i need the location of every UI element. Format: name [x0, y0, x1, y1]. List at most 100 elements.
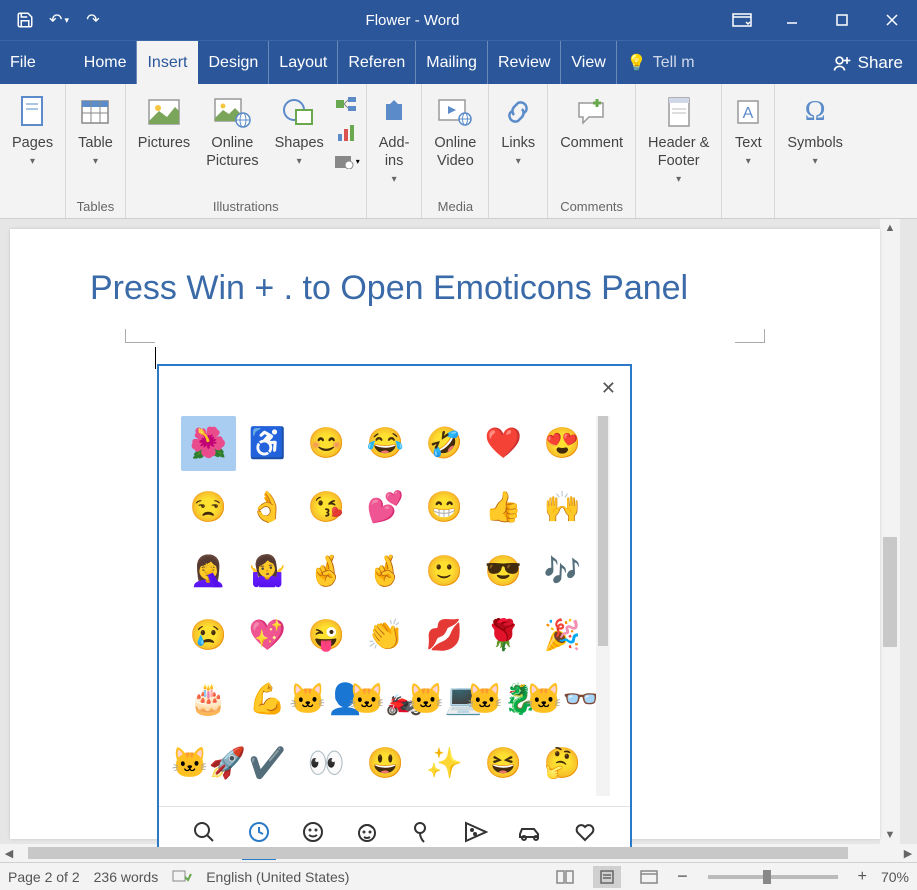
emoji-cell[interactable]: 🐱‍👓	[535, 672, 590, 727]
scroll-thumb[interactable]	[598, 416, 608, 646]
smartart-icon[interactable]	[334, 94, 360, 116]
scroll-down-icon[interactable]: ▼	[885, 826, 896, 844]
emoji-cell[interactable]: 🐱‍👤	[299, 672, 354, 727]
save-icon[interactable]	[10, 5, 40, 35]
emoji-cell[interactable]: 😁	[417, 480, 472, 535]
close-icon[interactable]	[867, 0, 917, 40]
emoji-cell[interactable]: 😂	[358, 416, 413, 471]
emoji-cell[interactable]: 🐱‍🏍	[358, 672, 413, 727]
document-page[interactable]: Press Win + . to Open Emoticons Panel ✕ …	[10, 229, 880, 839]
emoji-cell[interactable]: 😢	[181, 608, 236, 663]
redo-icon[interactable]: ↷	[78, 5, 108, 35]
pages-label: Pages	[12, 134, 53, 152]
emoji-cell[interactable]: 🤞	[299, 544, 354, 599]
emoji-cell[interactable]: 💖	[240, 608, 295, 663]
undo-icon[interactable]: ↶ ▾	[44, 5, 74, 35]
emoji-cell[interactable]: 👍	[476, 480, 531, 535]
emoji-cell[interactable]: 🎂	[181, 672, 236, 727]
emoji-cell[interactable]: ✔️	[240, 736, 295, 791]
emoji-cell[interactable]: 😃	[358, 736, 413, 791]
chart-icon[interactable]	[334, 122, 360, 144]
emoji-cell[interactable]: 🐱‍🐉	[476, 672, 531, 727]
tab-layout[interactable]: Layout	[269, 41, 338, 84]
emoji-cell[interactable]: 😒	[181, 480, 236, 535]
tables-group-label: Tables	[72, 199, 119, 218]
chevron-down-icon: ▾	[746, 156, 751, 167]
text-group-label	[728, 214, 768, 218]
comment-button[interactable]: Comment	[554, 88, 629, 196]
ribbon-options-icon[interactable]	[717, 0, 767, 40]
horizontal-scrollbar[interactable]: ◀ ▶	[0, 844, 917, 862]
header-footer-button[interactable]: Header & Footer ▾	[642, 88, 715, 196]
emoji-scrollbar[interactable]	[596, 416, 610, 796]
close-icon[interactable]: ✕	[597, 374, 620, 403]
emoji-cell[interactable]: 🤷‍♀️	[240, 544, 295, 599]
emoji-cell[interactable]: 👌	[240, 480, 295, 535]
pages-button[interactable]: Pages ▾	[6, 88, 59, 196]
emoji-cell[interactable]: 👀	[299, 736, 354, 791]
document-heading: Press Win + . to Open Emoticons Panel	[10, 229, 880, 308]
emoji-cell[interactable]: 😆	[476, 736, 531, 791]
chevron-down-icon: ▾	[676, 174, 681, 185]
emoji-cell[interactable]: 😘	[299, 480, 354, 535]
emoji-cell[interactable]: 😎	[476, 544, 531, 599]
shapes-button[interactable]: Shapes ▾	[269, 88, 330, 196]
emoji-cell[interactable]: 🌺	[181, 416, 236, 471]
tab-file[interactable]: File	[0, 41, 54, 84]
emoji-cell[interactable]: 💕	[358, 480, 413, 535]
emoji-cell[interactable]: 🌹	[476, 608, 531, 663]
emoji-cell[interactable]: 🎉	[535, 608, 590, 663]
text-button[interactable]: A Text ▾	[728, 88, 768, 196]
scroll-thumb[interactable]	[883, 537, 897, 647]
lightbulb-icon: 💡	[627, 53, 647, 73]
headerfooter-group-label	[642, 214, 715, 218]
emoji-cell[interactable]: 🤦‍♀️	[181, 544, 236, 599]
links-button[interactable]: Links ▾	[495, 88, 541, 196]
emoji-cell[interactable]: 🙌	[535, 480, 590, 535]
tab-view[interactable]: View	[561, 41, 616, 84]
emoji-cell[interactable]: 💪	[240, 672, 295, 727]
tab-home[interactable]: Home	[74, 41, 138, 84]
tell-me[interactable]: 💡 Tell m	[617, 41, 705, 84]
tab-design[interactable]: Design	[198, 41, 269, 84]
emoji-cell[interactable]: 😍	[535, 416, 590, 471]
scroll-right-icon[interactable]: ▶	[899, 847, 917, 860]
table-icon	[79, 92, 111, 132]
emoji-cell[interactable]: ❤️	[476, 416, 531, 471]
pictures-button[interactable]: Pictures	[132, 88, 196, 196]
emoji-cell[interactable]: 🤣	[417, 416, 472, 471]
pages-group-label	[6, 214, 59, 218]
emoji-cell[interactable]: 😜	[299, 608, 354, 663]
scroll-thumb[interactable]	[28, 847, 848, 859]
emoji-grid: 🌺♿😊😂🤣❤️😍😒👌😘💕😁👍🙌🤦‍♀️🤷‍♀️🤞🤞🙂😎🎶😢💖😜👏💋🌹🎉🎂💪🐱‍👤…	[159, 366, 630, 806]
emoji-cell[interactable]: 🎶	[535, 544, 590, 599]
emoji-cell[interactable]: 👏	[358, 608, 413, 663]
emoji-cell[interactable]: 🤔	[535, 736, 590, 791]
tab-insert[interactable]: Insert	[137, 41, 198, 84]
tab-mailing[interactable]: Mailing	[416, 41, 488, 84]
minimize-icon[interactable]	[767, 0, 817, 40]
emoji-cell[interactable]: 🤞	[358, 544, 413, 599]
emoji-cell[interactable]: 🐱‍💻	[417, 672, 472, 727]
emoji-cell[interactable]: 🐱‍🚀	[181, 736, 236, 791]
pictures-label: Pictures	[138, 134, 190, 152]
tab-referen[interactable]: Referen	[338, 41, 416, 84]
share-button[interactable]: Share	[818, 41, 917, 84]
scroll-up-icon[interactable]: ▲	[885, 219, 896, 237]
emoji-cell[interactable]: 😊	[299, 416, 354, 471]
emoji-cell[interactable]: 💋	[417, 608, 472, 663]
vertical-scrollbar[interactable]: ▲ ▼	[880, 219, 900, 844]
online-pictures-button[interactable]: Online Pictures	[200, 88, 264, 196]
online-video-button[interactable]: Online Video	[428, 88, 482, 196]
screenshot-icon[interactable]: ▾	[334, 150, 360, 172]
scroll-left-icon[interactable]: ◀	[0, 847, 18, 860]
scroll-track[interactable]	[880, 237, 900, 826]
tab-review[interactable]: Review	[488, 41, 561, 84]
emoji-cell[interactable]: ✨	[417, 736, 472, 791]
symbols-button[interactable]: Ω Symbols ▾	[781, 88, 849, 196]
maximize-icon[interactable]	[817, 0, 867, 40]
addins-button[interactable]: Add- ins ▾	[373, 88, 416, 196]
emoji-cell[interactable]: ♿	[240, 416, 295, 471]
emoji-cell[interactable]: 🙂	[417, 544, 472, 599]
table-button[interactable]: Table ▾	[72, 88, 119, 196]
